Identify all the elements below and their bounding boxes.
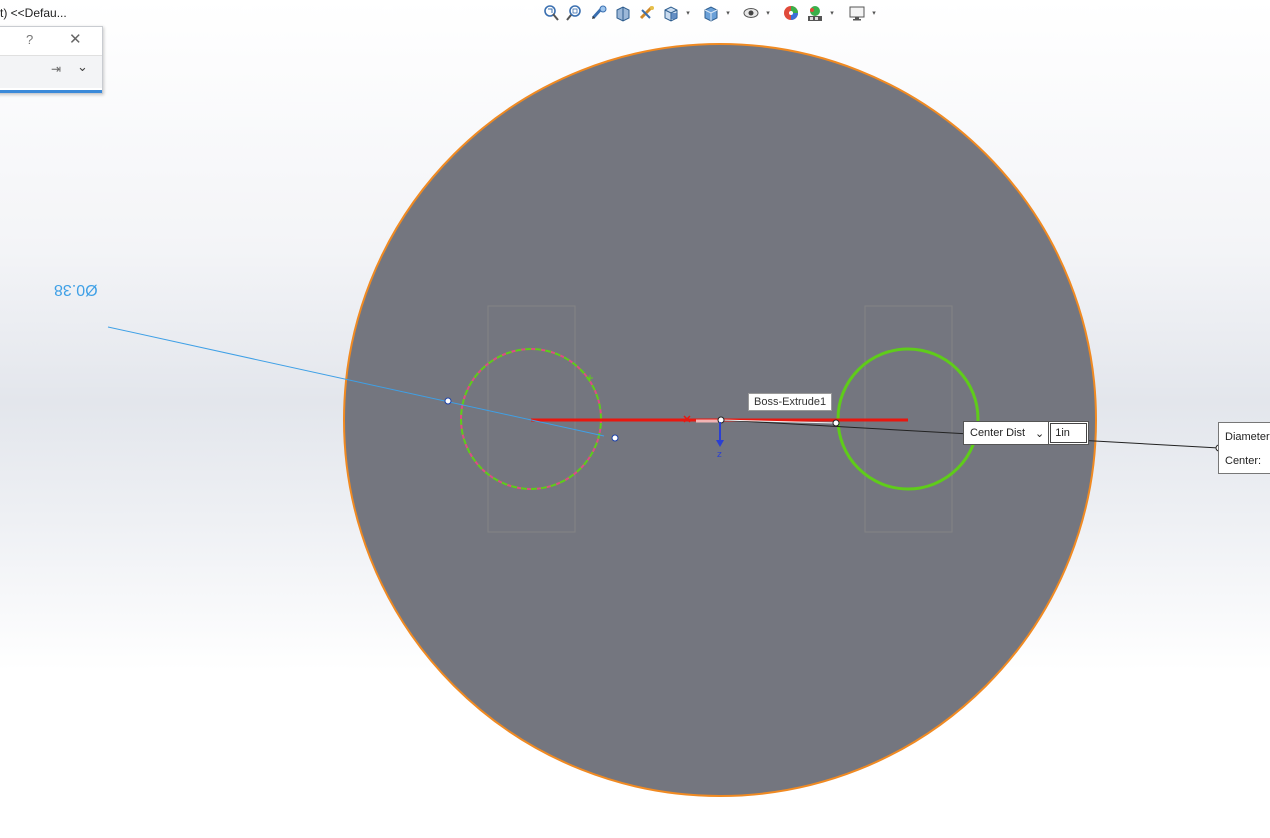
help-icon[interactable]: ?	[26, 32, 33, 47]
axis-label: z	[717, 450, 722, 460]
dynamic-annotation-icon[interactable]	[636, 2, 658, 24]
model-scene[interactable]: z	[0, 0, 1270, 838]
diameter-dimension-text[interactable]: Ø0.38	[54, 280, 98, 298]
center-label: Center:	[1225, 455, 1262, 467]
panel-toolbar: ⇥ ⌄	[0, 55, 102, 88]
zoom-to-area-icon[interactable]	[564, 2, 586, 24]
hide-show-items-dropdown[interactable]: ▾	[764, 2, 772, 24]
center-dist-select[interactable]: Center Dist ⌄	[964, 422, 1050, 444]
apply-scene-icon[interactable]	[804, 2, 826, 24]
panel-accent-bar	[0, 90, 102, 93]
leader-point[interactable]	[832, 419, 840, 427]
chevron-down-icon[interactable]: ⌄	[77, 59, 88, 75]
view-orientation-icon[interactable]	[660, 2, 682, 24]
view-orientation-dropdown[interactable]: ▾	[684, 2, 692, 24]
edit-appearance-icon[interactable]	[780, 2, 802, 24]
heads-up-view-toolbar: ▾ ▾ ▾ ▾ ▾	[540, 2, 878, 24]
dimension-handle-1[interactable]	[444, 397, 452, 405]
panel-header: ? ✕	[0, 27, 102, 55]
center-dist-callout[interactable]: Center Dist ⌄ 1in	[963, 421, 1089, 445]
feature-tooltip: Boss-Extrude1	[748, 393, 833, 411]
close-icon[interactable]: ✕	[69, 30, 82, 48]
zoom-to-fit-icon[interactable]	[540, 2, 562, 24]
center-dist-value[interactable]: 1in	[1050, 423, 1087, 443]
dimension-handle-2[interactable]	[611, 434, 619, 442]
hide-show-items-icon[interactable]	[740, 2, 762, 24]
diameter-callout[interactable]: Diameter Center:	[1218, 422, 1270, 474]
previous-view-icon[interactable]	[588, 2, 610, 24]
display-style-dropdown[interactable]: ▾	[724, 2, 732, 24]
property-manager-panel: ? ✕ ⇥ ⌄	[0, 26, 103, 94]
view-settings-icon[interactable]	[846, 2, 868, 24]
graphics-viewport[interactable]: z t) <<Defau... ▾ ▾ ▾ ▾ ▾ ? ✕ ⇥ ⌄ Ø0.38 …	[0, 0, 1270, 838]
pin-icon[interactable]: ⇥	[51, 62, 61, 76]
center-dist-label: Center Dist	[970, 427, 1026, 439]
diameter-label: Diameter	[1225, 431, 1270, 443]
apply-scene-dropdown[interactable]: ▾	[828, 2, 836, 24]
section-view-icon[interactable]	[612, 2, 634, 24]
display-style-icon[interactable]	[700, 2, 722, 24]
window-title: t) <<Defau...	[0, 6, 67, 20]
view-settings-dropdown[interactable]: ▾	[870, 2, 878, 24]
chevron-down-icon: ⌄	[1035, 427, 1045, 440]
